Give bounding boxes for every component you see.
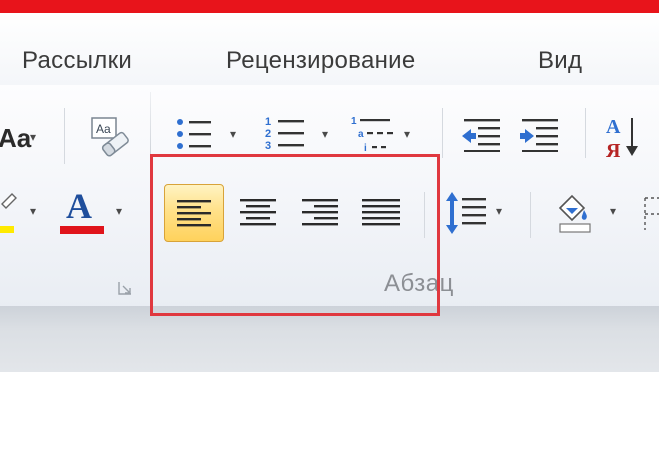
decrease-indent-icon[interactable] <box>460 116 504 152</box>
change-case-dropdown[interactable]: ▾ <box>30 131 36 143</box>
svg-text:3: 3 <box>265 140 271 152</box>
font-color-letter[interactable]: A <box>66 188 92 224</box>
shading-icon[interactable] <box>550 188 600 234</box>
bullets-dropdown[interactable]: ▾ <box>230 128 236 140</box>
svg-text:a: a <box>358 129 364 140</box>
increase-indent-icon[interactable] <box>518 116 562 152</box>
numbering-dropdown[interactable]: ▾ <box>322 128 328 140</box>
text-highlight-icon[interactable] <box>0 190 20 238</box>
tab-view[interactable]: Вид <box>538 47 582 75</box>
font-color-swatch <box>60 226 104 234</box>
dialog-launcher-icon[interactable] <box>117 280 133 296</box>
svg-text:1: 1 <box>351 116 357 127</box>
separator <box>530 192 531 238</box>
shading-dropdown[interactable]: ▾ <box>610 205 616 217</box>
numbering-icon[interactable]: 1 2 3 <box>264 114 308 154</box>
clear-formatting-icon[interactable]: Aa <box>84 114 134 158</box>
svg-text:1: 1 <box>265 116 271 128</box>
sort-icon[interactable]: А Я <box>604 112 644 160</box>
text-highlight-dropdown[interactable]: ▾ <box>30 205 36 217</box>
separator <box>585 108 586 158</box>
multilevel-list-icon[interactable]: 1 a i <box>350 114 402 156</box>
borders-icon[interactable] <box>642 196 659 232</box>
line-spacing-dropdown[interactable]: ▾ <box>496 205 502 217</box>
title-bar <box>0 0 659 13</box>
svg-text:Aa: Aa <box>96 122 111 136</box>
highlight-frame <box>150 154 440 316</box>
svg-text:2: 2 <box>265 128 271 140</box>
multilevel-list-dropdown[interactable]: ▾ <box>404 128 410 140</box>
change-case-button[interactable]: Aa <box>0 123 31 154</box>
tab-review[interactable]: Рецензирование <box>226 47 416 75</box>
svg-text:i: i <box>364 143 367 154</box>
svg-text:Я: Я <box>606 140 621 160</box>
document-area <box>0 372 659 468</box>
separator <box>64 108 65 164</box>
bullets-icon[interactable] <box>175 116 215 152</box>
ribbon-tab-strip: Рассылки Рецензирование Вид <box>0 13 659 85</box>
tab-mailings[interactable]: Рассылки <box>22 47 132 75</box>
separator <box>442 108 443 158</box>
line-spacing-icon[interactable] <box>444 190 494 236</box>
svg-text:А: А <box>606 116 621 138</box>
font-color-dropdown[interactable]: ▾ <box>116 205 122 217</box>
